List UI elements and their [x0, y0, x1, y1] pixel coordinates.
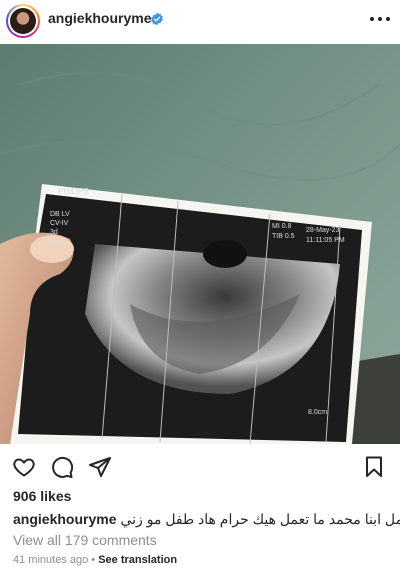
- separator: •: [91, 554, 96, 566]
- post-meta: 41 minutes ago • See translation: [13, 554, 177, 566]
- scan-label: 18cm: [50, 238, 67, 245]
- bookmark-icon[interactable]: [362, 455, 386, 479]
- avatar-image: [10, 8, 36, 34]
- send-icon[interactable]: [88, 455, 112, 479]
- caption-username[interactable]: angiekhouryme: [13, 511, 116, 527]
- username[interactable]: angiekhouryme: [48, 10, 151, 26]
- mi-label: MI 0.8: [272, 223, 292, 230]
- time-label: 11:11:05 PM: [306, 237, 345, 244]
- date-label: 28-May-23: [306, 227, 340, 234]
- post-header: angiekhouryme: [0, 0, 400, 40]
- caption: angiekhouryme كرمل ابنا محمد ما تعمل هيك …: [13, 511, 400, 528]
- view-comments-link[interactable]: View all 179 comments: [13, 532, 157, 548]
- verified-badge-icon: [151, 12, 163, 26]
- depth-label: 8.0cm: [308, 409, 327, 416]
- action-bar: [0, 455, 400, 481]
- scan-label: DB LV: [50, 211, 70, 218]
- more-options-icon[interactable]: [370, 9, 390, 29]
- comment-icon[interactable]: [50, 455, 74, 479]
- scan-label: CV-IV: [50, 220, 69, 227]
- post-image[interactable]: PHILIPS DB LV CV-IV 3d 18cm MI 0.8 TIB 0…: [0, 44, 400, 444]
- brand-label: PHILIPS: [58, 187, 89, 196]
- scan-label: 3d: [50, 229, 58, 236]
- avatar[interactable]: [6, 4, 40, 38]
- caption-text: كرمل ابنا محمد ما تعمل هيك حرام هاد طفل …: [120, 511, 400, 527]
- heart-icon[interactable]: [12, 455, 36, 479]
- see-translation-link[interactable]: See translation: [98, 554, 177, 566]
- like-count[interactable]: 906 likes: [13, 488, 71, 504]
- ultrasound-photo: PHILIPS DB LV CV-IV 3d 18cm MI 0.8 TIB 0…: [0, 44, 400, 444]
- timestamp: 41 minutes ago: [13, 554, 89, 566]
- tis-label: TIB 0.5: [272, 233, 295, 240]
